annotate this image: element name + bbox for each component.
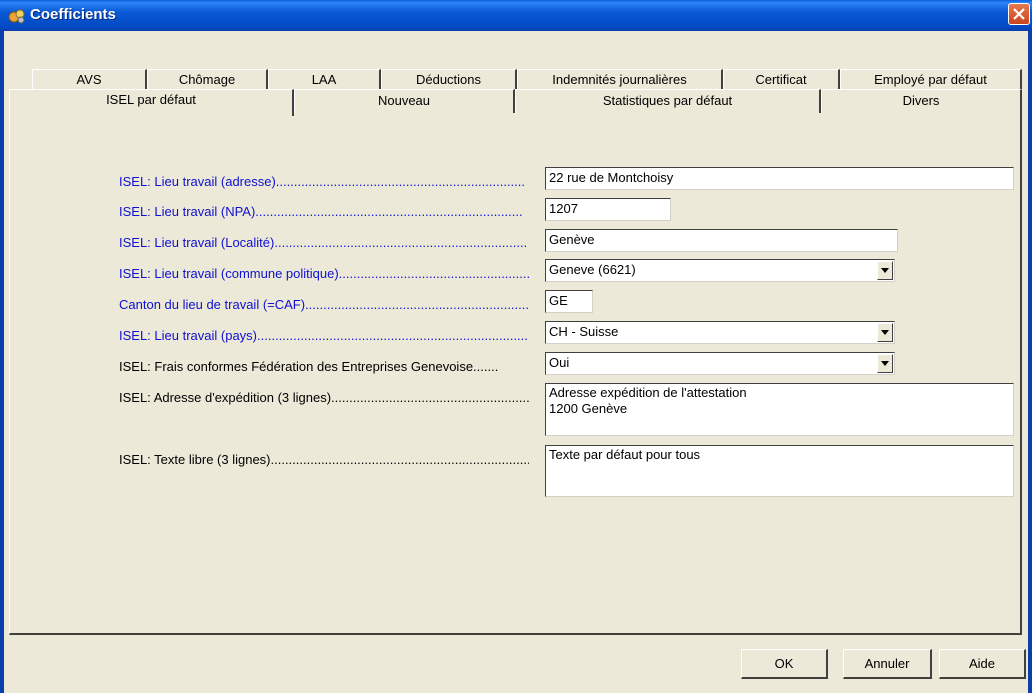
label-pays: ISEL: Lieu travail (pays)...............… xyxy=(119,328,529,343)
lieu-localite-input[interactable]: Genève xyxy=(545,229,898,252)
frais-conformes-select[interactable]: Oui xyxy=(545,352,895,375)
tab-employe-defaut[interactable]: Employé par défaut xyxy=(840,69,1022,89)
tab-certificat[interactable]: Certificat xyxy=(723,69,840,89)
tab-isel-defaut[interactable]: ISEL par défaut xyxy=(9,89,294,116)
title-bar: Coefficients xyxy=(0,0,1032,31)
ok-button[interactable]: OK xyxy=(741,649,828,679)
label-lieu-npa: ISEL: Lieu travail (NPA)................… xyxy=(119,204,523,219)
tab-chomage[interactable]: Chômage xyxy=(147,69,268,89)
texte-libre-textarea[interactable]: Texte par défaut pour tous xyxy=(545,445,1014,497)
chevron-down-icon[interactable] xyxy=(877,323,893,342)
chevron-down-icon[interactable] xyxy=(877,354,893,373)
label-frais-conformes: ISEL: Frais conformes Fédération des Ent… xyxy=(119,359,499,374)
help-button[interactable]: Aide xyxy=(939,649,1026,679)
commune-politique-value: Geneve (6621) xyxy=(549,262,636,277)
tab-statistiques-defaut[interactable]: Statistiques par défaut xyxy=(515,89,821,113)
pays-value: CH - Suisse xyxy=(549,324,619,339)
tab-deductions[interactable]: Déductions xyxy=(381,69,517,89)
label-adresse-expedition: ISEL: Adresse d'expédition (3 lignes)...… xyxy=(119,390,529,405)
window-frame-left xyxy=(0,31,4,693)
label-texte-libre: ISEL: Texte libre (3 lignes)............… xyxy=(119,452,529,467)
tab-indemnites[interactable]: Indemnités journalières xyxy=(517,69,723,89)
label-canton: Canton du lieu de travail (=CAF)........… xyxy=(119,297,529,312)
canton-input[interactable]: GE xyxy=(545,290,593,313)
frais-conformes-value: Oui xyxy=(549,355,570,370)
tab-divers[interactable]: Divers xyxy=(821,89,1022,113)
chevron-down-icon[interactable] xyxy=(877,261,893,280)
lieu-adresse-input[interactable]: 22 rue de Montchoisy xyxy=(545,167,1014,190)
tab-nouveau[interactable]: Nouveau xyxy=(294,89,515,113)
label-lieu-adresse: ISEL: Lieu travail (adresse)............… xyxy=(119,174,526,189)
window-title: Coefficients xyxy=(30,6,116,23)
commune-politique-select[interactable]: Geneve (6621) xyxy=(545,259,895,282)
label-commune-politique: ISEL: Lieu travail (commune politique)..… xyxy=(119,266,529,281)
tab-laa[interactable]: LAA xyxy=(268,69,381,89)
close-icon xyxy=(1013,8,1025,20)
close-button[interactable] xyxy=(1008,3,1030,25)
app-icon xyxy=(8,9,25,24)
lieu-npa-input[interactable]: 1207 xyxy=(545,198,671,221)
cancel-button[interactable]: Annuler xyxy=(843,649,932,679)
pays-select[interactable]: CH - Suisse xyxy=(545,321,895,344)
label-lieu-localite: ISEL: Lieu travail (Localité)...........… xyxy=(119,235,528,250)
adresse-expedition-textarea[interactable]: Adresse expédition de l'attestation 1200… xyxy=(545,383,1014,436)
tab-avs[interactable]: AVS xyxy=(32,69,147,89)
window-frame-right xyxy=(1028,31,1032,693)
